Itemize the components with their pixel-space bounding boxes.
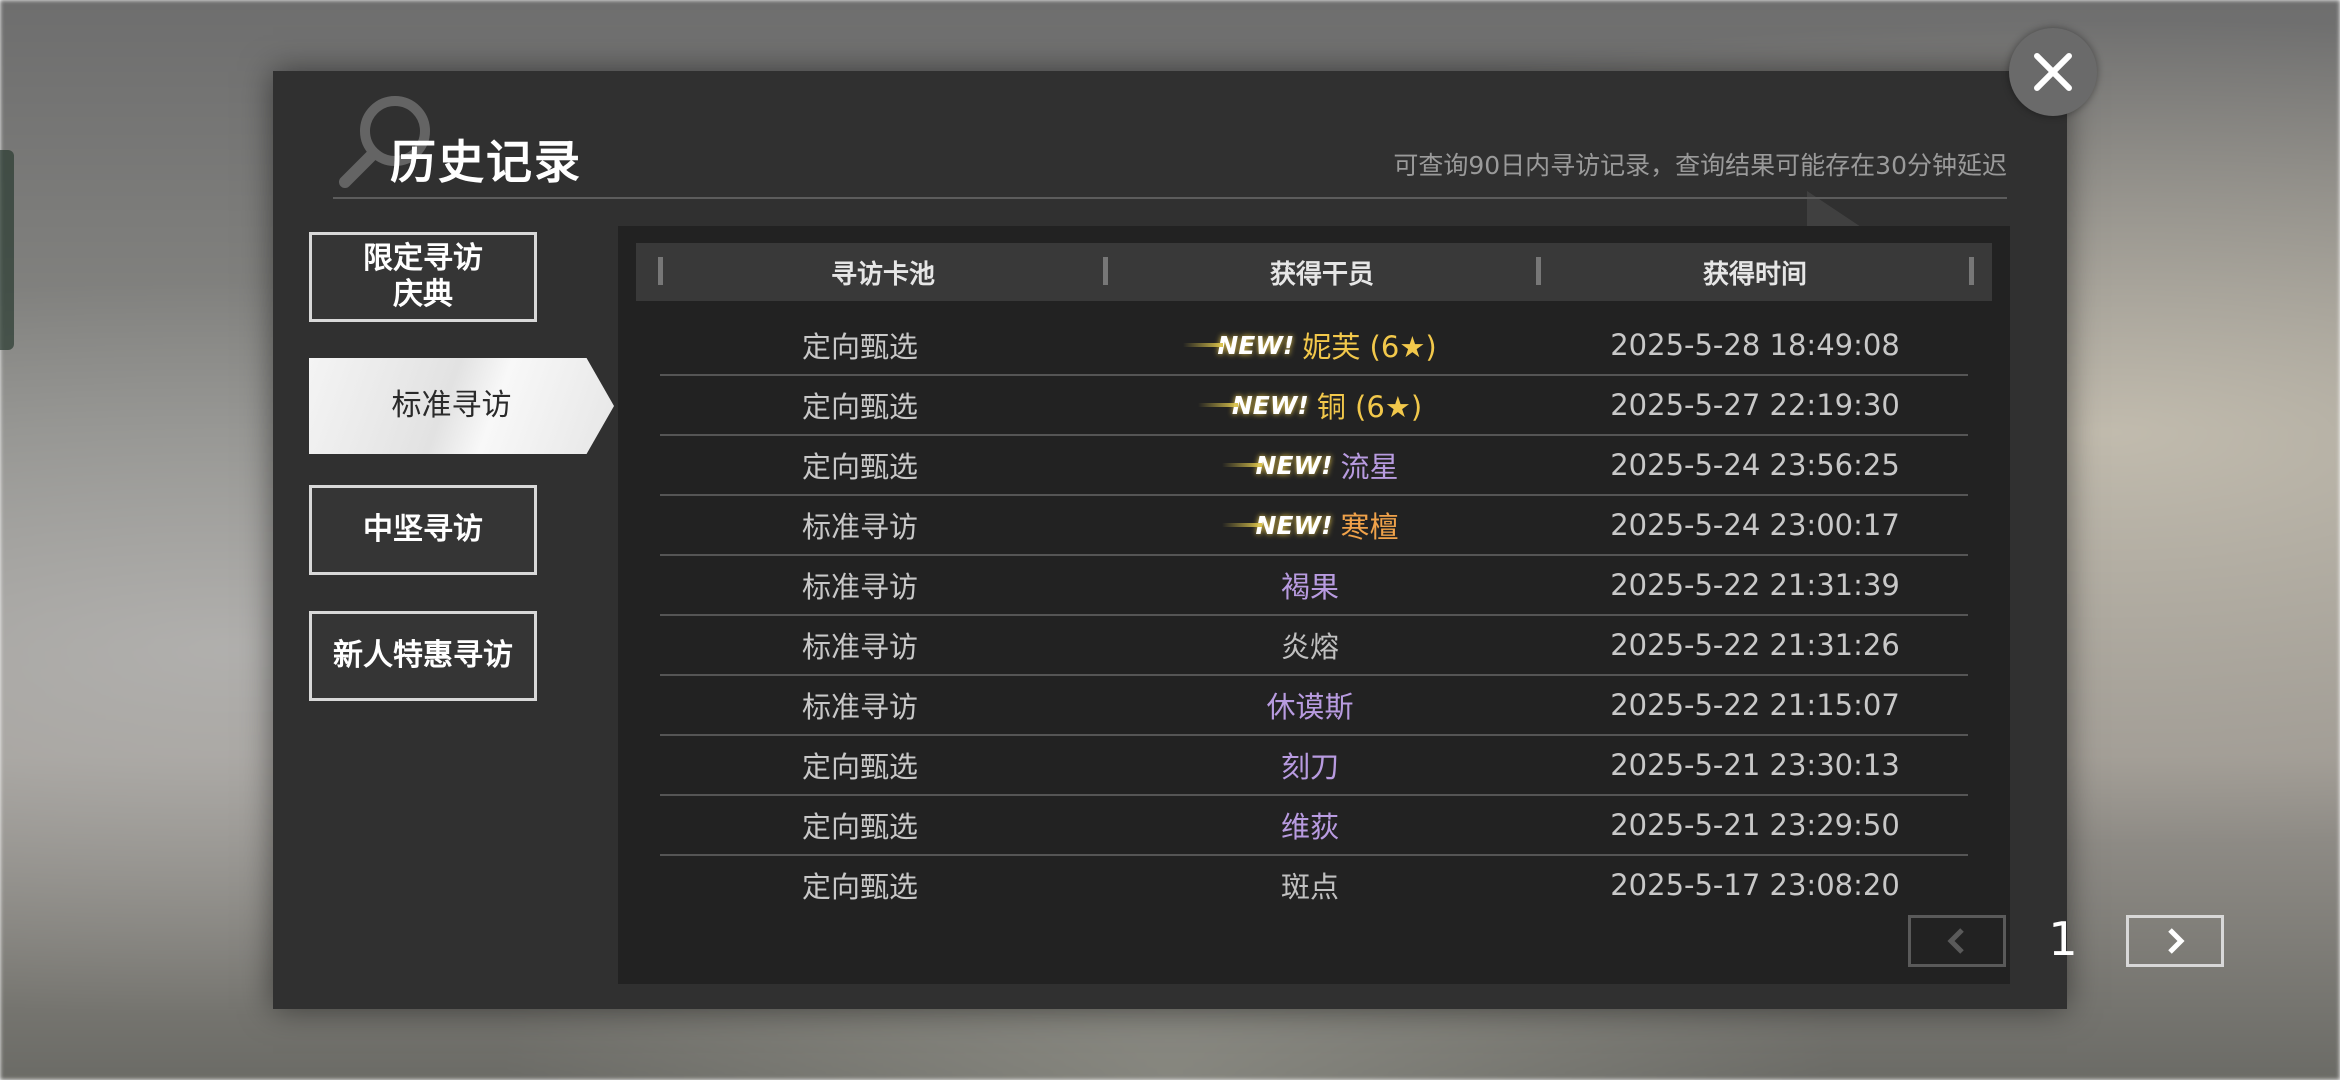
table-row: 定向甄选 刻刀 2025-5-21 23:30:13 — [660, 736, 1968, 796]
chevron-right-icon — [2168, 928, 2185, 954]
cell-operator: NEW! 流星 — [1080, 436, 1540, 494]
cell-pool: 定向甄选 — [801, 390, 918, 424]
table-row: 标准寻访 褐果 2025-5-22 21:31:39 — [660, 556, 1968, 616]
operator-name: 铜 (6★) — [1316, 390, 1423, 424]
sidebar-item-standard[interactable]: 标准寻访 — [309, 358, 614, 454]
operator-name: 流星 — [1340, 450, 1399, 484]
table-row: 标准寻访 休谟斯 2025-5-22 21:15:07 — [660, 676, 1968, 736]
cell-time: 2025-5-21 23:29:50 — [1610, 808, 1900, 842]
column-header-pool: 寻访卡池 — [830, 259, 935, 290]
operator-name: 褐果 — [1280, 570, 1339, 604]
cell-pool: 定向甄选 — [801, 750, 918, 784]
operator-name: 炎熔 — [1280, 630, 1339, 664]
table-row: 标准寻访 NEW! 寒檀 2025-5-24 23:00:17 — [660, 496, 1968, 556]
sidebar-item-label: 标准寻访 — [391, 388, 512, 423]
cell-operator: 维荻 — [1080, 796, 1540, 854]
operator-name: 维荻 — [1280, 810, 1339, 844]
cell-time: 2025-5-24 23:56:25 — [1610, 448, 1900, 482]
next-page-button[interactable] — [2126, 915, 2224, 967]
new-badge: NEW! — [1222, 451, 1333, 480]
cell-operator: NEW! 寒檀 — [1080, 496, 1540, 554]
new-badge: NEW! — [1198, 391, 1309, 420]
column-header-time: 获得时间 — [1702, 259, 1807, 290]
cell-operator: 炎熔 — [1080, 616, 1540, 674]
table-row: 定向甄选 斑点 2025-5-17 23:08:20 — [660, 856, 1968, 916]
background-edge — [0, 150, 14, 350]
operator-name: 妮芙 (6★) — [1302, 330, 1437, 364]
cell-time: 2025-5-28 18:49:08 — [1610, 328, 1900, 362]
cell-pool: 定向甄选 — [801, 870, 918, 904]
cell-pool: 定向甄选 — [801, 330, 918, 364]
operator-name: 刻刀 — [1280, 750, 1339, 784]
table-header: 寻访卡池 获得干员 获得时间 — [636, 243, 1992, 301]
history-dialog: 历史记录 可查询90日内寻访记录，查询结果可能存在30分钟延迟 限定寻访 庆典 … — [273, 71, 2224, 1009]
sidebar-item-label: 限定寻访 庆典 — [363, 241, 483, 312]
cell-time: 2025-5-22 21:31:39 — [1610, 568, 1900, 602]
operator-name: 斑点 — [1280, 870, 1339, 904]
cell-pool: 定向甄选 — [801, 810, 918, 844]
cell-pool: 标准寻访 — [801, 570, 918, 604]
cell-operator: 休谟斯 — [1080, 676, 1540, 734]
header-separator — [1969, 257, 1974, 285]
cell-operator: NEW! 铜 (6★) — [1080, 376, 1540, 434]
operator-name: 寒檀 — [1340, 510, 1399, 544]
cell-operator: NEW! 妮芙 (6★) — [1080, 316, 1540, 374]
operator-name: 休谟斯 — [1266, 690, 1354, 724]
sidebar-item-label: 新人特惠寻访 — [333, 638, 513, 673]
close-icon — [2034, 53, 2072, 91]
sidebar-item-limited-celebration[interactable]: 限定寻访 庆典 — [309, 232, 537, 322]
cell-time: 2025-5-24 23:00:17 — [1610, 508, 1900, 542]
table-row: 标准寻访 炎熔 2025-5-22 21:31:26 — [660, 616, 1968, 676]
table-row: 定向甄选 NEW! 流星 2025-5-24 23:56:25 — [660, 436, 1968, 496]
dialog-subtitle: 可查询90日内寻访记录，查询结果可能存在30分钟延迟 — [1393, 151, 2007, 180]
cell-time: 2025-5-17 23:08:20 — [1610, 868, 1900, 902]
table-row: 定向甄选 NEW! 铜 (6★) 2025-5-27 22:19:30 — [660, 376, 1968, 436]
new-badge: NEW! — [1183, 331, 1294, 360]
table-body: 定向甄选 NEW! 妮芙 (6★) 2025-5-28 18:49:08 定向甄选 NEW… — [660, 316, 1968, 916]
page-number: 1 — [2048, 912, 2078, 966]
cell-operator: 刻刀 — [1080, 736, 1540, 794]
cell-pool: 标准寻访 — [801, 690, 918, 724]
cell-operator: 褐果 — [1080, 556, 1540, 614]
cell-operator: 斑点 — [1080, 856, 1540, 914]
history-table: 寻访卡池 获得干员 获得时间 定向甄选 NEW! 妮芙 (6★) 2025-5-28 … — [618, 226, 2224, 984]
cell-time: 2025-5-22 21:31:26 — [1610, 628, 1900, 662]
new-badge: NEW! — [1222, 511, 1333, 540]
prev-page-button[interactable] — [1908, 915, 2006, 967]
sidebar-item-label: 中坚寻访 — [363, 512, 483, 547]
cell-pool: 定向甄选 — [801, 450, 918, 484]
cell-time: 2025-5-21 23:30:13 — [1610, 748, 1900, 782]
cell-time: 2025-5-22 21:15:07 — [1610, 688, 1900, 722]
title-divider — [333, 197, 2007, 199]
sidebar-item-core[interactable]: 中坚寻访 — [309, 485, 537, 575]
cell-pool: 标准寻访 — [801, 510, 918, 544]
dialog-title: 历史记录 — [390, 135, 582, 189]
sidebar-item-newcomer[interactable]: 新人特惠寻访 — [309, 611, 537, 701]
table-row: 定向甄选 维荻 2025-5-21 23:29:50 — [660, 796, 1968, 856]
chevron-left-icon — [1947, 928, 1964, 954]
column-header-operator: 获得干员 — [1269, 259, 1374, 290]
cell-pool: 标准寻访 — [801, 630, 918, 664]
close-button[interactable] — [2009, 28, 2097, 116]
table-row: 定向甄选 NEW! 妮芙 (6★) 2025-5-28 18:49:08 — [660, 316, 1968, 376]
cell-time: 2025-5-27 22:19:30 — [1610, 388, 1900, 422]
